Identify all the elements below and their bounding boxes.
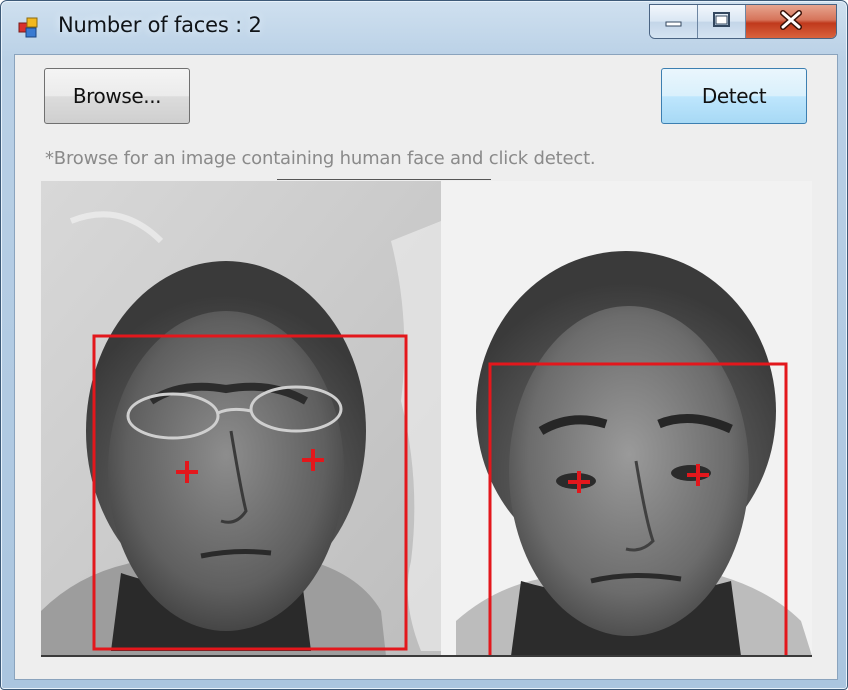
hint-text: *Browse for an image containing human fa…	[45, 148, 596, 169]
caption-buttons	[649, 4, 837, 39]
minimize-icon	[664, 12, 684, 31]
maximize-icon	[712, 11, 732, 33]
detect-button[interactable]: Detect	[661, 68, 807, 124]
app-icon	[18, 16, 40, 38]
picturebox-border	[41, 655, 812, 657]
maximize-button[interactable]	[698, 5, 746, 38]
client-area: Browse... Detect *Browse for an image co…	[14, 54, 838, 680]
window-title: Number of faces : 2	[58, 13, 262, 37]
face-photo	[41, 181, 812, 656]
image-picturebox	[41, 181, 812, 656]
close-icon	[779, 9, 803, 34]
minimize-button[interactable]	[650, 5, 698, 38]
title-bar[interactable]: Number of faces : 2	[1, 1, 847, 51]
hint-underline	[277, 179, 491, 180]
browse-button[interactable]: Browse...	[44, 68, 190, 124]
close-button[interactable]	[746, 5, 836, 38]
app-window: Number of faces : 2 Browse... Detect *Br…	[0, 0, 848, 690]
